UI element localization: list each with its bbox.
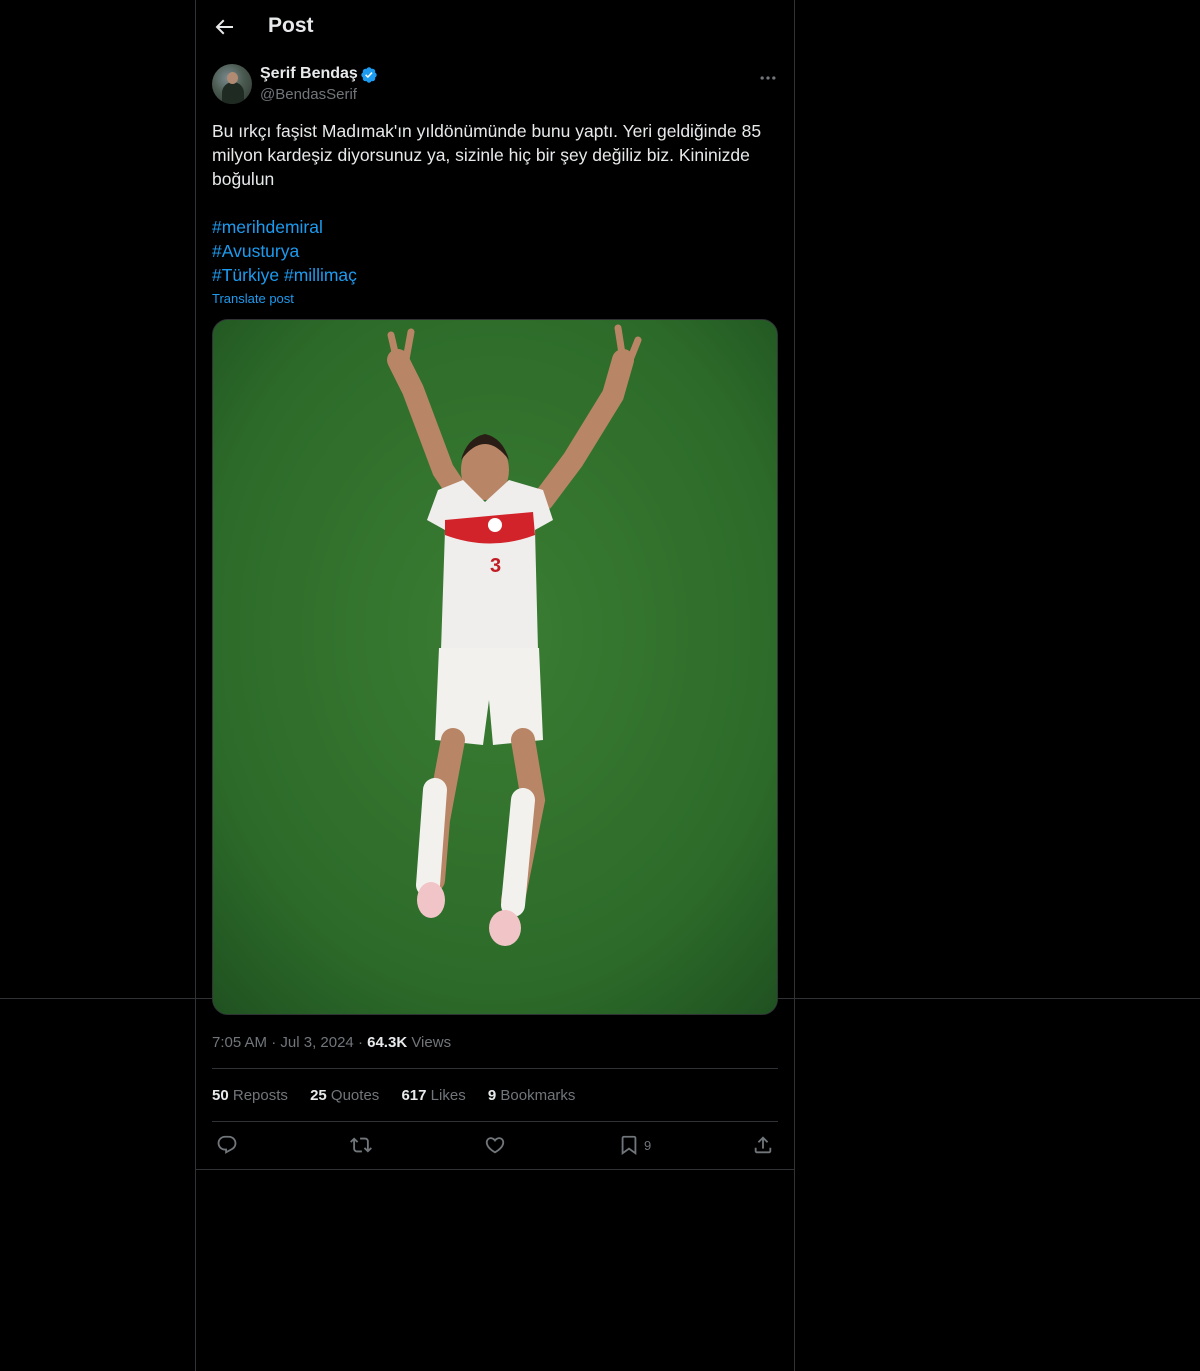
views-count: 64.3K bbox=[367, 1034, 408, 1051]
meta-separator: · bbox=[271, 1034, 281, 1051]
post-date[interactable]: Jul 3, 2024 bbox=[280, 1034, 353, 1051]
repost-icon[interactable] bbox=[350, 1134, 372, 1158]
post-actions: 9 bbox=[212, 1134, 778, 1158]
avatar[interactable] bbox=[212, 64, 252, 104]
likes-stat[interactable]: 617 Likes bbox=[401, 1087, 465, 1104]
hashtag-link[interactable]: #Türkiye bbox=[212, 265, 279, 285]
author-display-name[interactable]: Şerif Bendaş bbox=[260, 65, 358, 83]
quotes-stat[interactable]: 25 Quotes bbox=[310, 1087, 379, 1104]
hashtag-link[interactable]: #merihdemiral bbox=[212, 217, 323, 237]
bookmark-button[interactable]: 9 bbox=[618, 1134, 658, 1158]
translate-post-link[interactable]: Translate post bbox=[212, 291, 294, 306]
more-options-icon[interactable] bbox=[758, 68, 778, 88]
like-icon[interactable] bbox=[484, 1134, 506, 1158]
post-text: Bu ırkçı faşist Madımak'ın yıldönümünde … bbox=[212, 121, 766, 189]
post-author: Şerif Bendaş @BendasSerif bbox=[212, 64, 778, 108]
reposts-label: Reposts bbox=[232, 1087, 288, 1104]
football-player-photo: 3 bbox=[213, 320, 777, 1014]
share-icon[interactable] bbox=[752, 1134, 774, 1158]
quotes-count: 25 bbox=[310, 1087, 327, 1104]
divider bbox=[196, 1169, 794, 1170]
page-title: Post bbox=[268, 14, 314, 37]
likes-label: Likes bbox=[430, 1087, 466, 1104]
meta-separator: · bbox=[357, 1034, 368, 1051]
main-column: Post Şerif Bendaş @BendasSerif Bu ırkçı … bbox=[195, 0, 795, 1371]
hashtag-link[interactable]: #Avusturya bbox=[212, 241, 299, 261]
back-arrow-icon[interactable] bbox=[212, 15, 236, 39]
reposts-stat[interactable]: 50 Reposts bbox=[212, 1087, 288, 1104]
views-label: Views bbox=[411, 1034, 452, 1051]
likes-count: 617 bbox=[401, 1087, 427, 1104]
hashtag-link[interactable]: #millimaç bbox=[284, 265, 357, 285]
post-time[interactable]: 7:05 AM bbox=[212, 1034, 267, 1051]
reposts-count: 50 bbox=[212, 1087, 229, 1104]
author-handle[interactable]: @BendasSerif bbox=[260, 86, 357, 103]
bookmarks-label: Bookmarks bbox=[500, 1087, 576, 1104]
post-image[interactable]: 3 bbox=[212, 319, 778, 1015]
bookmarks-count: 9 bbox=[487, 1087, 497, 1104]
post-meta: 7:05 AM · Jul 3, 2024 · 64.3K Views bbox=[212, 1034, 451, 1051]
verified-badge-icon bbox=[361, 67, 377, 83]
post-hashtags: #merihdemiral #Avusturya #Türkiye #milli… bbox=[212, 215, 778, 287]
svg-text:3: 3 bbox=[490, 555, 501, 577]
reply-icon[interactable] bbox=[216, 1134, 238, 1158]
post-stats: 50 Reposts 25 Quotes 617 Likes 9 Bookmar… bbox=[212, 1087, 593, 1104]
quotes-label: Quotes bbox=[330, 1087, 380, 1104]
bookmark-count: 9 bbox=[644, 1138, 652, 1153]
bookmark-icon bbox=[621, 1135, 637, 1156]
divider bbox=[212, 1121, 778, 1122]
bookmarks-stat[interactable]: 9 Bookmarks bbox=[488, 1087, 576, 1104]
divider bbox=[212, 1068, 778, 1069]
page-header: Post bbox=[196, 0, 794, 54]
